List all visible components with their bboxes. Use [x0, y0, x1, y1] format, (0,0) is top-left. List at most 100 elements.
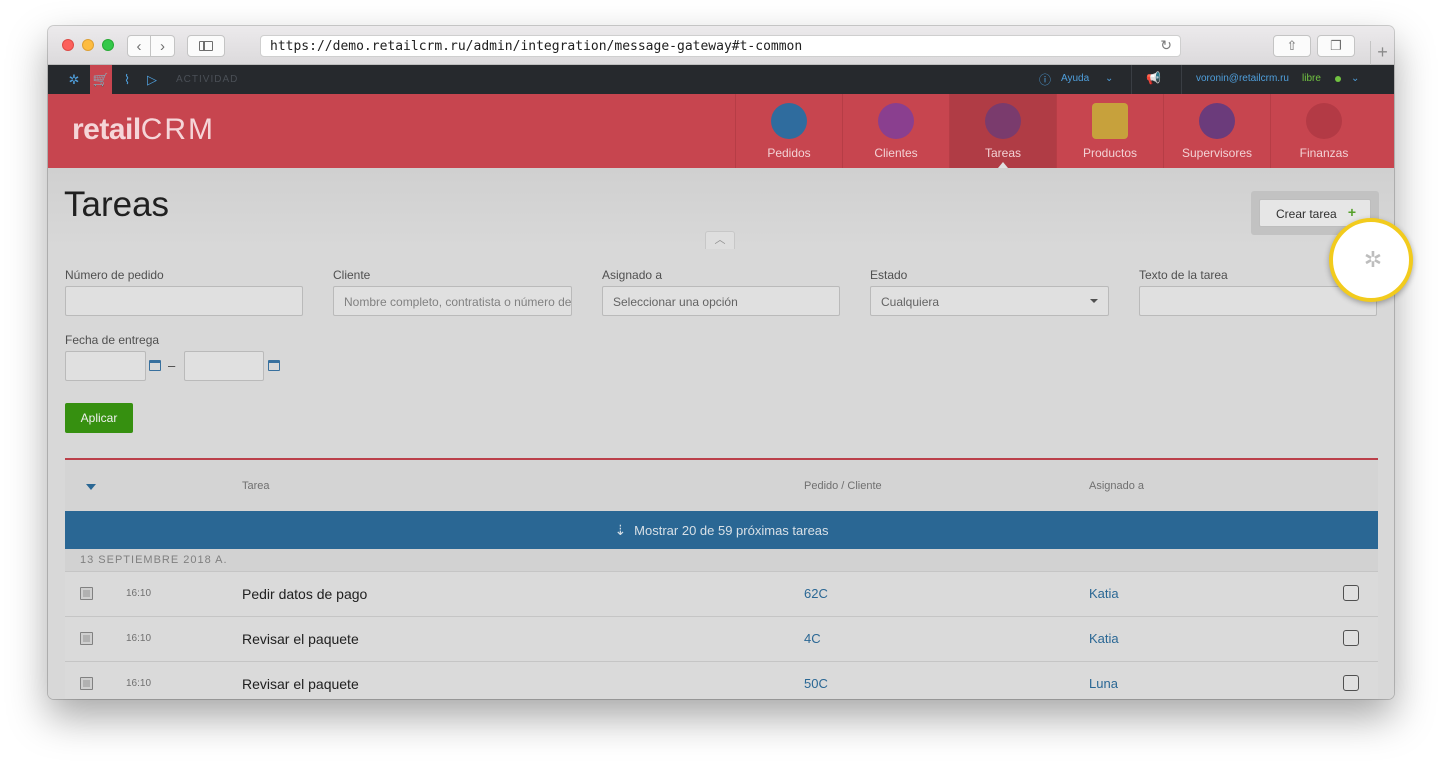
url-text: https://demo.retailcrm.ru/admin/integrat…: [270, 39, 803, 54]
column-header-assigned[interactable]: Asignado a: [1089, 480, 1144, 492]
table-row[interactable]: 16:10 Pedir datos de pago 62C Katia: [65, 571, 1378, 616]
cart-icon: [771, 103, 807, 139]
client-input[interactable]: Nombre completo, contratista o número de…: [333, 286, 572, 316]
assignee-link[interactable]: Luna: [1089, 676, 1118, 691]
analytics-icon[interactable]: ⌇: [116, 65, 138, 94]
table-header: Tarea Pedido / Cliente Asignado a: [65, 460, 1378, 511]
nav-item-productos[interactable]: Productos: [1056, 94, 1163, 168]
close-window-button[interactable]: [62, 39, 74, 51]
nav-item-supervisores[interactable]: Supervisores: [1163, 94, 1270, 168]
create-task-label: Crear tarea: [1276, 207, 1337, 221]
user-status: libre: [1302, 73, 1321, 84]
order-link[interactable]: 50C: [804, 676, 828, 691]
play-icon[interactable]: ▷: [141, 65, 163, 94]
assignee-link[interactable]: Katia: [1089, 586, 1119, 601]
nav-label: Finanzas: [1299, 146, 1349, 160]
task-list-icon: [985, 103, 1021, 139]
help-icon[interactable]: ⓘ: [1039, 71, 1051, 88]
table-row[interactable]: 16:10 Revisar el paquete 50C Luna: [65, 661, 1378, 699]
due-date-from-input[interactable]: [65, 351, 146, 381]
order-number-input[interactable]: [65, 286, 303, 316]
task-title[interactable]: Pedir datos de pago: [242, 586, 367, 602]
assigned-select[interactable]: Seleccionar una opción: [602, 286, 840, 316]
minimize-window-button[interactable]: [82, 39, 94, 51]
date-group-header: 13 SEPTIEMBRE 2018 A.: [65, 549, 1378, 571]
assignee-link[interactable]: Katia: [1089, 631, 1119, 646]
address-bar[interactable]: https://demo.retailcrm.ru/admin/integrat…: [260, 35, 1181, 57]
date-range-separator: –: [168, 358, 176, 373]
zoom-window-button[interactable]: [102, 39, 114, 51]
task-type-icon: [80, 632, 93, 645]
complete-checkbox[interactable]: [1343, 585, 1359, 601]
sort-caret-icon[interactable]: [86, 484, 96, 490]
apply-button[interactable]: Aplicar: [65, 403, 133, 433]
calendar-icon[interactable]: [268, 360, 280, 371]
page-title: Tareas: [64, 185, 170, 224]
tabs-icon: ❐: [1330, 38, 1342, 53]
highlight-ring: ✲: [1329, 218, 1413, 302]
settings-gear-icon[interactable]: ✲: [63, 65, 85, 94]
activity-link[interactable]: ACTIVIDAD: [176, 74, 238, 85]
status-dot: [1335, 76, 1341, 82]
sidebar-icon: [199, 41, 213, 51]
task-title[interactable]: Revisar el paquete: [242, 676, 359, 692]
share-button[interactable]: ⇧: [1273, 35, 1311, 57]
task-title[interactable]: Revisar el paquete: [242, 631, 359, 647]
new-tab-button[interactable]: +: [1370, 41, 1394, 65]
order-link[interactable]: 62C: [804, 586, 828, 601]
arrow-down-icon: ⇣: [614, 522, 627, 538]
task-time: 16:10: [126, 588, 152, 599]
order-link[interactable]: 4C: [804, 631, 821, 646]
user-menu-chevron-icon[interactable]: ⌄: [1351, 73, 1359, 84]
show-more-label: Mostrar 20 de 59 próximas tareas: [634, 523, 829, 538]
chevron-down-icon[interactable]: ⌄: [1105, 73, 1113, 84]
chevron-right-icon: ›: [160, 37, 165, 55]
chevron-left-icon: ‹: [136, 37, 142, 55]
browser-toolbar: ‹ › https://demo.retailcrm.ru/admin/inte…: [48, 26, 1394, 65]
task-type-icon: [80, 677, 93, 690]
complete-checkbox[interactable]: [1343, 675, 1359, 691]
task-time: 16:10: [126, 678, 152, 689]
reload-icon[interactable]: ↻: [1160, 37, 1172, 54]
user-email[interactable]: voronin@retailcrm.ru: [1196, 73, 1289, 84]
nav-item-pedidos[interactable]: Pedidos: [735, 94, 842, 168]
assigned-label: Asignado a: [602, 268, 663, 282]
column-header-order-client[interactable]: Pedido / Cliente: [804, 480, 882, 492]
cart-icon[interactable]: 🛒: [90, 65, 112, 94]
megaphone-icon[interactable]: 📢: [1146, 71, 1161, 85]
status-label: Estado: [870, 268, 908, 282]
divider: [1181, 65, 1182, 94]
show-tabs-button[interactable]: ❐: [1317, 35, 1355, 57]
complete-checkbox[interactable]: [1343, 630, 1359, 646]
task-type-icon: [80, 587, 93, 600]
retailcrm-logo[interactable]: retailCRM: [72, 113, 215, 147]
status-select[interactable]: Cualquiera: [870, 286, 1109, 316]
nav-item-finanzas[interactable]: Finanzas: [1270, 94, 1377, 168]
date-group-label: 13 SEPTIEMBRE 2018 A.: [80, 554, 228, 566]
nav-label: Productos: [1082, 146, 1138, 160]
help-link[interactable]: Ayuda: [1061, 73, 1089, 84]
divider: [1131, 65, 1132, 94]
table-row[interactable]: 16:10 Revisar el paquete 4C Katia: [65, 616, 1378, 661]
nav-item-tareas[interactable]: Tareas: [949, 94, 1056, 168]
finance-icon: [1306, 103, 1342, 139]
nav-label: Pedidos: [767, 146, 811, 160]
sidebar-toggle-button[interactable]: [187, 35, 225, 57]
forward-button[interactable]: ›: [151, 35, 175, 57]
status-select-value: Cualquiera: [881, 295, 940, 309]
collapse-filters-button[interactable]: ︿: [705, 231, 735, 249]
calendar-icon[interactable]: [149, 360, 161, 371]
dropdown-arrow-icon: [1090, 299, 1098, 303]
due-date-to-input[interactable]: [184, 351, 264, 381]
main-content: Tareas Crear tarea + ︿ Número de pedido …: [48, 168, 1394, 699]
nav-item-clientes[interactable]: Clientes: [842, 94, 949, 168]
column-header-task[interactable]: Tarea: [242, 480, 270, 492]
show-more-button[interactable]: ⇣ Mostrar 20 de 59 próximas tareas: [65, 511, 1378, 549]
gear-icon[interactable]: ✲: [1361, 248, 1385, 272]
due-date-label: Fecha de entrega: [65, 333, 160, 347]
client-label: Cliente: [333, 268, 371, 282]
nav-label: Supervisores: [1181, 146, 1253, 160]
back-button[interactable]: ‹: [127, 35, 151, 57]
share-icon: ⇧: [1286, 38, 1298, 53]
box-icon: [1092, 103, 1128, 139]
